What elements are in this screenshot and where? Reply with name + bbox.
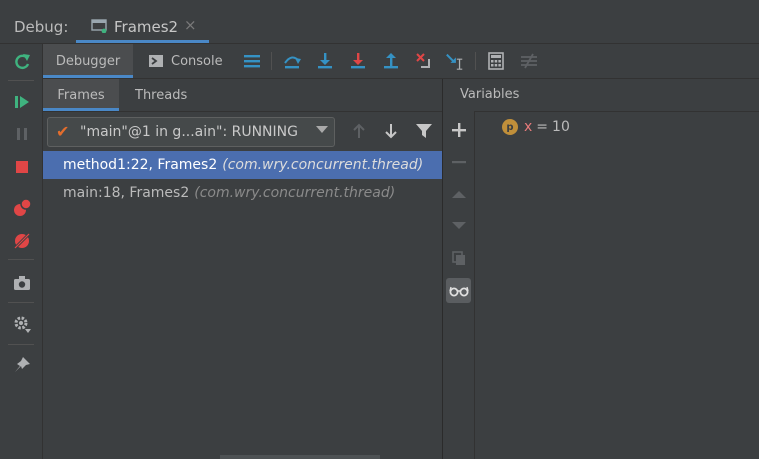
variable-equals: = — [536, 119, 549, 135]
frame-method: main:18, Frames2 — [63, 185, 190, 201]
separator — [8, 344, 34, 345]
frame-package: (com.wry.concurrent.thread) — [194, 185, 396, 201]
watches-glasses-icon[interactable] — [446, 278, 471, 303]
variable-row[interactable]: p x = 10 — [502, 117, 570, 137]
stop-icon[interactable] — [10, 155, 34, 179]
tab-underline — [43, 108, 119, 111]
tab-underline — [43, 75, 133, 78]
separator — [475, 52, 476, 70]
add-watch-icon[interactable] — [446, 117, 471, 142]
tab-debugger[interactable]: Debugger — [43, 44, 133, 78]
layout-menu-icon[interactable] — [242, 51, 262, 71]
tab-debugger-label: Debugger — [55, 53, 121, 69]
frame-package: (com.wry.concurrent.thread) — [222, 157, 424, 173]
close-icon[interactable]: × — [184, 16, 197, 34]
left-toolbar — [0, 44, 43, 459]
arrow-up-icon[interactable] — [347, 119, 371, 143]
separator — [8, 302, 34, 303]
frames-tab-bar: Frames Threads — [43, 79, 442, 112]
force-step-into-icon[interactable] — [348, 51, 368, 71]
gear-icon[interactable] — [10, 312, 34, 336]
pin-icon[interactable] — [10, 353, 34, 377]
tab-threads-label: Threads — [135, 87, 188, 103]
variables-title: Variables — [460, 87, 520, 102]
list-item[interactable]: method1:22, Frames2 (com.wry.concurrent.… — [43, 151, 442, 179]
step-into-icon[interactable] — [315, 51, 335, 71]
filter-icon[interactable] — [412, 119, 436, 143]
variables-header: Variables — [443, 79, 759, 112]
chevron-down-icon — [316, 126, 328, 133]
remove-watch-icon[interactable] — [446, 149, 471, 174]
debugger-toolbar: Debugger Console — [43, 44, 759, 79]
frames-panel: Frames Threads ✔ "main"@1 in g...ain": R… — [43, 79, 442, 459]
separator — [8, 80, 34, 81]
tab-console-label: Console — [171, 53, 223, 69]
rerun-icon[interactable] — [10, 50, 34, 74]
tab-console[interactable]: Console — [148, 44, 238, 78]
resume-icon[interactable] — [10, 90, 34, 114]
debug-label: Debug: — [14, 18, 69, 36]
list-item[interactable]: main:18, Frames2 (com.wry.concurrent.thr… — [43, 179, 442, 207]
debug-titlebar: Debug: Frames2 × — [0, 0, 759, 44]
run-to-cursor-icon[interactable] — [445, 51, 465, 71]
trace-stream-icon[interactable] — [519, 51, 539, 71]
scrollbar[interactable] — [220, 455, 380, 459]
view-breakpoints-icon[interactable] — [10, 196, 34, 220]
run-config-icon — [91, 19, 107, 33]
tab-frames2[interactable]: Frames2 × — [76, 11, 209, 43]
drop-frame-icon[interactable] — [414, 51, 434, 71]
copy-icon[interactable] — [446, 245, 471, 270]
tab-threads[interactable]: Threads — [135, 79, 187, 111]
variable-value: 10 — [552, 119, 570, 135]
evaluate-expression-icon[interactable] — [486, 51, 506, 71]
variables-toolbar — [443, 111, 475, 459]
mute-breakpoints-icon[interactable] — [10, 229, 34, 253]
move-down-icon[interactable] — [446, 212, 471, 237]
tab-frames[interactable]: Frames — [43, 79, 119, 111]
arrow-down-icon[interactable] — [379, 119, 403, 143]
thread-dropdown-value: "main"@1 in g...ain": RUNNING — [80, 124, 298, 140]
thread-dropdown[interactable]: ✔ "main"@1 in g...ain": RUNNING — [47, 117, 335, 147]
tab-frames-label: Frames — [57, 87, 105, 103]
step-out-icon[interactable] — [381, 51, 401, 71]
frames-list: method1:22, Frames2 (com.wry.concurrent.… — [43, 151, 442, 207]
separator — [8, 259, 34, 260]
tab-underline — [76, 40, 209, 43]
variable-name: x — [524, 119, 533, 135]
parameter-badge-icon: p — [502, 119, 518, 135]
frame-method: method1:22, Frames2 — [63, 157, 218, 173]
console-icon — [149, 55, 163, 67]
separator — [271, 52, 272, 70]
camera-icon[interactable] — [10, 271, 34, 295]
pause-icon[interactable] — [10, 122, 34, 146]
step-over-icon[interactable] — [282, 51, 302, 71]
tab-title: Frames2 — [114, 18, 179, 36]
check-icon: ✔ — [56, 122, 70, 141]
move-up-icon[interactable] — [446, 182, 471, 207]
